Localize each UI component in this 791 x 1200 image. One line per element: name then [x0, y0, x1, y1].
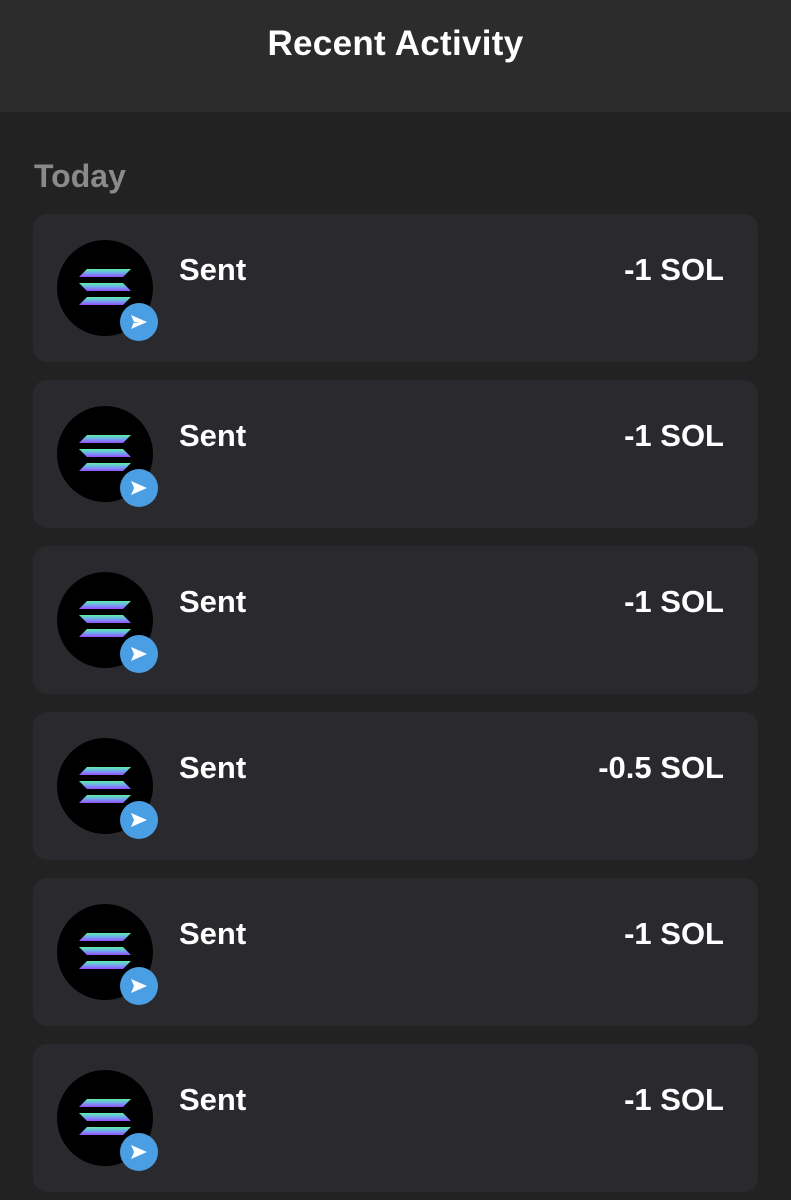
send-arrow-icon [120, 967, 158, 1005]
transaction-amount: -0.5 SOL [598, 750, 724, 785]
transaction-amount: -1 SOL [624, 418, 724, 453]
transaction-type-label: Sent [179, 252, 247, 287]
activity-list: Sent -1 SOL Sent -1 SOL Sent -1 SOL Sent… [33, 214, 758, 1200]
send-arrow-icon [120, 469, 158, 507]
section-label-today: Today [34, 158, 126, 194]
transaction-type-label: Sent [179, 418, 247, 453]
activity-row[interactable]: Sent -0.5 SOL [33, 712, 758, 860]
send-arrow-icon [120, 1133, 158, 1171]
transaction-type-label: Sent [179, 584, 247, 619]
transaction-amount: -1 SOL [624, 252, 724, 287]
transaction-amount: -1 SOL [624, 916, 724, 951]
send-arrow-icon [120, 801, 158, 839]
send-arrow-icon [120, 635, 158, 673]
transaction-type-label: Sent [179, 1082, 247, 1117]
header-bar: Recent Activity [0, 0, 791, 112]
recent-activity-screen: Recent Activity Today Sent -1 SOL Sent -… [0, 0, 791, 1200]
transaction-amount: -1 SOL [624, 1082, 724, 1117]
transaction-type-label: Sent [179, 916, 247, 951]
transaction-type-label: Sent [179, 750, 247, 785]
page-title: Recent Activity [267, 24, 524, 63]
transaction-amount: -1 SOL [624, 584, 724, 619]
activity-row[interactable]: Sent -1 SOL [33, 380, 758, 528]
activity-row[interactable]: Sent -1 SOL [33, 878, 758, 1026]
activity-row[interactable]: Sent -1 SOL [33, 546, 758, 694]
activity-row[interactable]: Sent -1 SOL [33, 1044, 758, 1192]
activity-row[interactable]: Sent -1 SOL [33, 214, 758, 362]
send-arrow-icon [120, 303, 158, 341]
